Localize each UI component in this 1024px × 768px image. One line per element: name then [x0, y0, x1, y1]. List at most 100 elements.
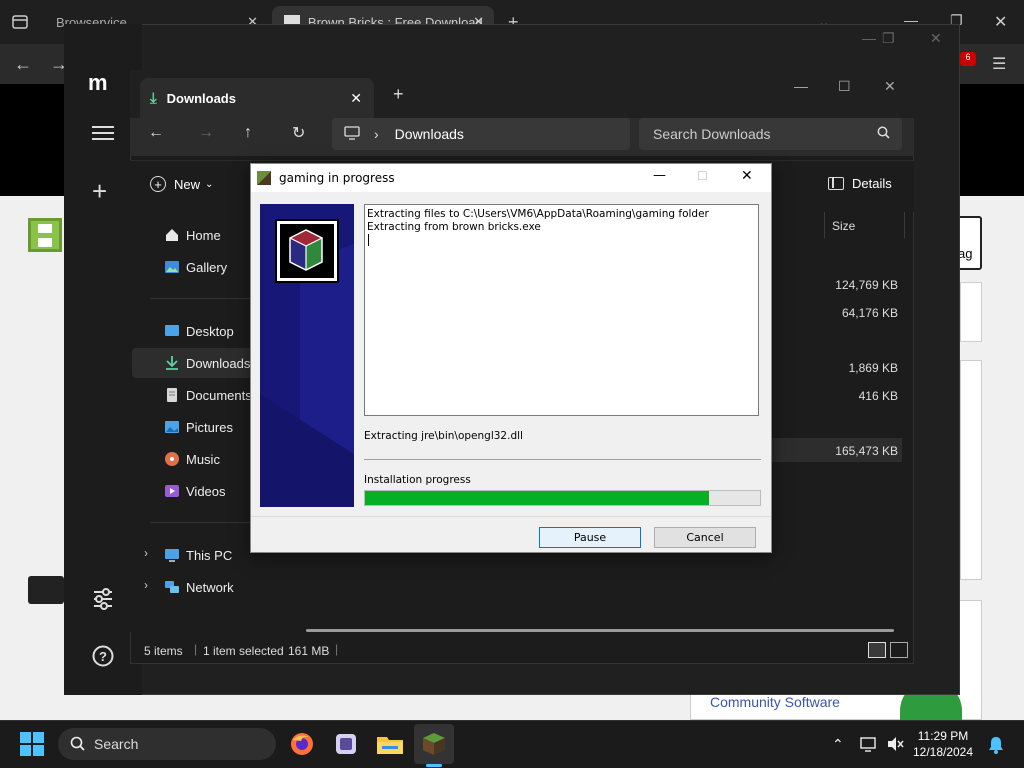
text-cursor — [368, 234, 369, 246]
firefox-icon[interactable] — [282, 724, 322, 764]
refresh-icon[interactable]: ↻ — [292, 123, 305, 143]
maximize-icon[interactable]: ❐ — [882, 30, 895, 47]
file-size: 416 KB — [858, 389, 898, 403]
installer-dialog: gaming in progress — ☐ ✕ Extracting file… — [250, 163, 772, 553]
status-divider: | — [194, 642, 198, 656]
close-icon[interactable]: ✕ — [930, 30, 942, 47]
new-button[interactable]: + New ⌄ — [150, 176, 213, 192]
installer-title: gaming in progress — [279, 171, 395, 185]
close-icon[interactable]: ✕ — [350, 90, 362, 107]
tiles-view-icon[interactable] — [890, 642, 908, 658]
pause-label: Pause — [573, 531, 607, 544]
volume-muted-icon[interactable] — [886, 736, 904, 757]
address-bar[interactable]: › Downloads — [332, 118, 630, 150]
status-selected: 1 item selected — [203, 644, 284, 658]
grass-block-icon — [257, 171, 271, 185]
chevron-right-icon[interactable]: › — [144, 578, 148, 592]
search-icon — [877, 126, 890, 142]
current-file-label: Extracting jre\bin\opengl32.dll — [364, 430, 523, 442]
file-size: 124,769 KB — [835, 278, 898, 292]
app-logo-icon: m — [88, 70, 108, 95]
community-software-link[interactable]: Community Software — [710, 694, 840, 710]
progress-fill — [365, 491, 709, 505]
windows-start-icon[interactable] — [20, 732, 44, 761]
file-size: 165,473 KB — [835, 444, 898, 458]
sidebar-item-label: This PC — [186, 547, 233, 563]
svg-text:?: ? — [99, 649, 107, 664]
forward-arrow-icon[interactable]: → — [198, 124, 214, 142]
up-arrow-icon[interactable]: ↑ — [244, 124, 252, 142]
clock-time: 11:29 PM — [917, 729, 969, 743]
search-input[interactable]: Search Downloads — [639, 118, 902, 150]
cancel-button[interactable]: Cancel — [654, 527, 756, 548]
installer-side-banner — [260, 204, 354, 507]
status-selected-size: 161 MB — [288, 644, 330, 658]
taskbar-clock[interactable]: 11:29 PM 12/18/2024 — [908, 728, 978, 760]
sidebar-item-label: Music — [186, 451, 220, 467]
horizontal-scrollbar[interactable] — [306, 629, 894, 632]
hamburger-menu-icon[interactable] — [92, 124, 114, 147]
sidebar-item-label: Downloads — [186, 355, 251, 371]
save-icon[interactable] — [28, 218, 62, 252]
new-label: New — [174, 176, 201, 192]
page-card — [960, 360, 982, 580]
app-window-icon[interactable] — [326, 724, 366, 764]
details-view-icon[interactable] — [868, 642, 886, 658]
chevron-up-icon[interactable]: ⌃ — [832, 736, 844, 753]
cancel-label: Cancel — [686, 531, 724, 544]
installer-footer: Pause Cancel — [251, 516, 771, 552]
active-app-indicator — [426, 764, 442, 767]
minimize-icon[interactable]: — — [653, 168, 666, 183]
sidebar-item-label: Network — [186, 579, 234, 595]
explorer-tab-downloads[interactable]: ⤓ Downloads ✕ — [140, 78, 374, 118]
chevron-right-icon[interactable]: › — [144, 546, 148, 560]
details-label: Details — [852, 176, 892, 191]
sidebar-item-label: Gallery — [186, 259, 228, 275]
download-icon: ⤓ — [150, 89, 157, 107]
minimize-icon[interactable]: — — [862, 30, 876, 46]
size-column-header[interactable]: Size — [832, 219, 855, 233]
minecraft-launcher-icon[interactable] — [414, 724, 454, 764]
explorer-tab-label: Downloads — [166, 90, 236, 106]
taskbar-search-label: Search — [94, 736, 139, 752]
sidebar-item-label: Desktop — [186, 323, 234, 339]
pause-button[interactable]: Pause — [539, 527, 641, 548]
details-pane-icon — [828, 177, 844, 190]
sidebar-item-label: Videos — [186, 483, 226, 499]
plus-circle-icon: + — [150, 176, 166, 192]
column-divider — [824, 212, 825, 238]
taskbar-search[interactable]: Search — [58, 728, 276, 760]
details-button[interactable]: Details — [828, 176, 892, 191]
log-line: Extracting from brown bricks.exe — [367, 221, 541, 233]
file-explorer-icon[interactable] — [370, 724, 410, 764]
sidebar-item-label: Home — [186, 227, 221, 243]
sliders-icon[interactable] — [92, 588, 114, 615]
address-text: Downloads — [394, 126, 464, 142]
installation-progress-bar — [364, 490, 761, 506]
back-arrow-icon[interactable]: ← — [148, 124, 164, 142]
page-card — [960, 282, 982, 342]
new-tab-icon[interactable]: + — [393, 84, 404, 105]
close-icon[interactable]: ✕ — [884, 78, 896, 95]
search-icon — [70, 736, 85, 754]
help-icon[interactable]: ? — [92, 645, 114, 672]
menu-icon[interactable]: ☰ — [992, 54, 1006, 74]
maximize-icon[interactable]: ☐ — [838, 78, 851, 95]
back-arrow-icon[interactable]: ← — [14, 54, 32, 75]
close-icon[interactable]: ✕ — [994, 12, 1007, 32]
extension-badge[interactable]: 6 — [960, 52, 976, 66]
close-icon[interactable]: ✕ — [741, 168, 753, 184]
file-size: 64,176 KB — [841, 306, 898, 320]
minimize-icon[interactable]: — — [794, 78, 808, 94]
log-line: Extracting files to C:\Users\VM6\AppData… — [367, 208, 709, 220]
monitor-icon — [344, 125, 360, 143]
chevron-down-icon: ⌄ — [205, 178, 214, 190]
notification-bell-icon[interactable] — [988, 736, 1004, 759]
network-status-icon[interactable] — [860, 736, 878, 757]
add-icon[interactable]: + — [92, 178, 107, 204]
comment-icon[interactable] — [28, 576, 64, 604]
tab-actions-icon[interactable] — [10, 12, 30, 32]
column-divider — [904, 212, 905, 238]
extraction-log[interactable]: Extracting files to C:\Users\VM6\AppData… — [364, 204, 759, 416]
sidebar-item-network[interactable]: › Network — [132, 572, 287, 602]
